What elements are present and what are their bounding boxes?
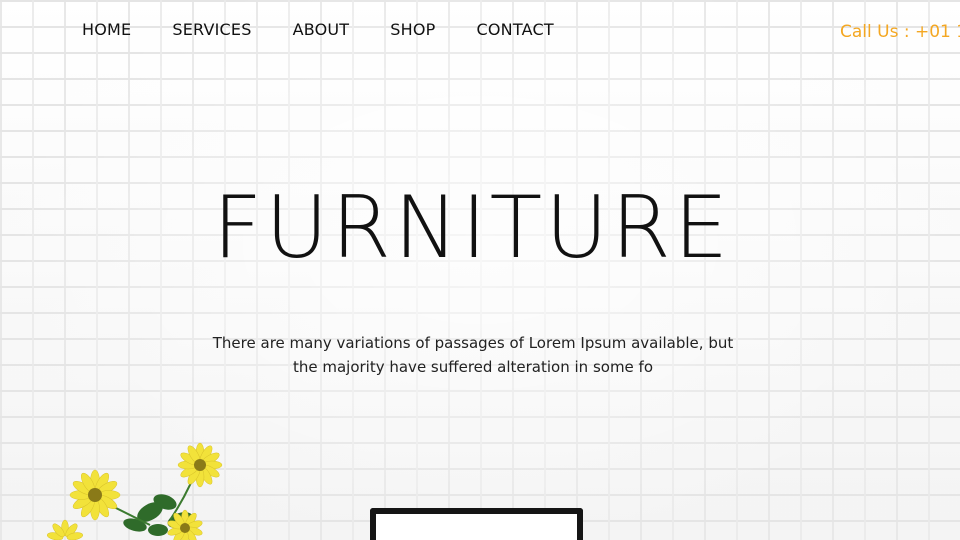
nav-about[interactable]: ABOUT <box>293 20 350 39</box>
main-nav: HOME SERVICES ABOUT SHOP CONTACT <box>82 20 595 39</box>
nav-shop[interactable]: SHOP <box>390 20 435 39</box>
hero-description-line1: There are many variations of passages of… <box>212 334 734 352</box>
hero-description: There are many variations of passages of… <box>190 331 756 379</box>
picture-frame-image <box>370 508 583 540</box>
hero-description-line2: the majority have suffered alteration in… <box>292 358 654 376</box>
nav-home[interactable]: HOME <box>82 20 131 39</box>
nav-contact[interactable]: CONTACT <box>477 20 554 39</box>
yellow-flowers-image <box>47 442 223 540</box>
hero-title: FURNITURE <box>212 178 732 278</box>
call-us-text[interactable]: Call Us : +01 1 <box>840 22 960 42</box>
nav-services[interactable]: SERVICES <box>172 20 251 39</box>
